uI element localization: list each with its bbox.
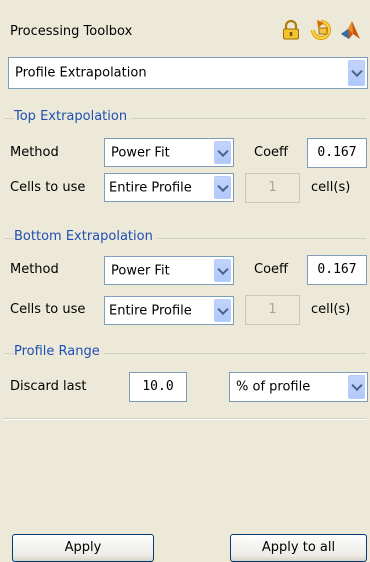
tool-select[interactable]: Profile Extrapolation bbox=[8, 57, 368, 89]
bottom-coeff-label: Coeff bbox=[254, 262, 288, 277]
chevron-down-icon[interactable] bbox=[214, 299, 231, 322]
top-cells-count-field[interactable]: 1 bbox=[245, 173, 300, 203]
profile-range-heading: Profile Range bbox=[14, 344, 104, 359]
bottom-extrapolation-heading: Bottom Extrapolation bbox=[14, 229, 157, 244]
lock-icon[interactable] bbox=[280, 19, 302, 41]
chevron-down-icon[interactable] bbox=[214, 176, 231, 199]
matlab-icon[interactable] bbox=[340, 19, 362, 41]
undo-arrow-icon[interactable] bbox=[310, 19, 332, 41]
bottom-cells-count-field[interactable]: 1 bbox=[245, 295, 300, 325]
top-method-label: Method bbox=[10, 145, 59, 160]
apply-to-all-button[interactable]: Apply to all bbox=[230, 534, 367, 562]
discard-unit-value: % of profile bbox=[236, 379, 311, 395]
top-cells-unit: cell(s) bbox=[311, 180, 351, 195]
bottom-cells-unit: cell(s) bbox=[311, 302, 351, 317]
chevron-down-icon[interactable] bbox=[348, 375, 365, 399]
top-cells-select[interactable]: Entire Profile bbox=[104, 173, 234, 202]
panel-title: Processing Toolbox bbox=[10, 24, 133, 39]
chevron-down-icon[interactable] bbox=[348, 60, 365, 86]
bottom-method-label: Method bbox=[10, 262, 59, 277]
top-method-select[interactable]: Power Fit bbox=[104, 138, 234, 167]
chevron-down-icon[interactable] bbox=[214, 259, 231, 282]
top-cells-label: Cells to use bbox=[10, 180, 86, 195]
discard-last-label: Discard last bbox=[10, 379, 87, 394]
discard-last-field[interactable]: 10.0 bbox=[129, 372, 187, 402]
top-method-value: Power Fit bbox=[111, 145, 170, 160]
tool-select-value: Profile Extrapolation bbox=[15, 65, 147, 81]
bottom-cells-value: Entire Profile bbox=[109, 303, 192, 318]
bottom-cells-select[interactable]: Entire Profile bbox=[104, 296, 234, 325]
top-extrapolation-heading: Top Extrapolation bbox=[14, 109, 132, 124]
top-cells-value: Entire Profile bbox=[109, 180, 192, 195]
top-coeff-field[interactable]: 0.167 bbox=[307, 138, 367, 168]
bottom-method-value: Power Fit bbox=[111, 263, 170, 278]
bottom-coeff-field[interactable]: 0.167 bbox=[307, 255, 367, 285]
bottom-method-select[interactable]: Power Fit bbox=[104, 256, 234, 285]
title-icons bbox=[280, 19, 362, 41]
chevron-down-icon[interactable] bbox=[214, 141, 231, 164]
top-coeff-label: Coeff bbox=[254, 145, 288, 160]
apply-button[interactable]: Apply bbox=[12, 534, 154, 562]
discard-unit-select[interactable]: % of profile bbox=[229, 372, 368, 402]
bottom-cells-label: Cells to use bbox=[10, 302, 86, 317]
